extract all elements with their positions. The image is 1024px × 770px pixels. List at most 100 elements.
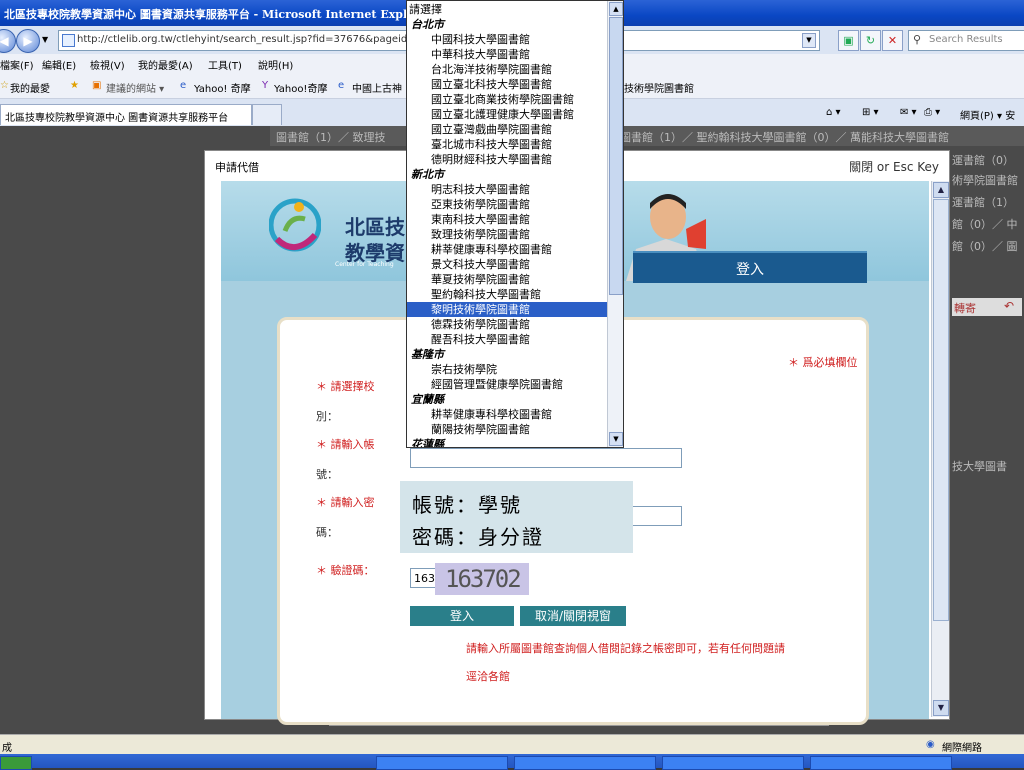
page-icon xyxy=(62,34,75,47)
feeds-icon[interactable]: ⊞ ▾ xyxy=(862,107,879,118)
favorites-star-icon: ☆ xyxy=(0,80,9,91)
credentials-hint: 帳號：學號 密碼：身分證 xyxy=(400,481,633,553)
forward-button[interactable]: ▶ xyxy=(16,29,40,53)
banner-login-label: 登入 xyxy=(736,262,764,278)
login-button[interactable]: 登入 xyxy=(410,606,514,626)
menu-edit[interactable]: 編輯(E) xyxy=(42,57,76,72)
favorites-item-trailing[interactable]: 技術學院圖書館 xyxy=(624,80,694,95)
search-input[interactable]: ⚲ Search Results xyxy=(908,30,1024,51)
school-option[interactable]: 耕莘健康專科學校圖書館 xyxy=(407,407,623,422)
form-note-cont: 逕洽各館 xyxy=(466,670,510,683)
modal-close[interactable]: 關閉 or Esc Key xyxy=(849,158,939,175)
school-option[interactable]: 請選擇 xyxy=(407,2,609,17)
background-text: 技大學圖書 xyxy=(952,460,1007,473)
search-placeholder: Search Results xyxy=(929,34,1003,45)
school-option[interactable]: 東南科技大學圖書館 xyxy=(407,212,623,227)
scroll-down-icon[interactable]: ▼ xyxy=(933,700,949,716)
school-option[interactable]: 經國管理暨健康學院圖書館 xyxy=(407,377,623,392)
background-text: 館（0）／ 中 xyxy=(952,218,1018,231)
status-zone: 網際網路 xyxy=(942,743,982,754)
banner-login-tab[interactable]: 登入 xyxy=(633,251,867,283)
new-tab-button[interactable] xyxy=(252,104,282,125)
school-option[interactable]: 台北海洋技術學院圖書館 xyxy=(407,62,623,77)
school-option[interactable]: 耕莘健康專科學校圖書館 xyxy=(407,242,623,257)
refresh-icon[interactable]: ↻ xyxy=(860,30,881,51)
form-note: 請輸入所屬圖書館查詢個人借閱記錄之帳密即可，若有任何問題請 xyxy=(466,642,785,655)
home-icon[interactable]: ⌂ ▾ xyxy=(826,107,841,118)
password-label: ＊ 請輸入密 xyxy=(316,496,375,509)
school-option[interactable]: 國立臺北護理健康大學圖書館 xyxy=(407,107,623,122)
favorites-item-yahoo-2[interactable]: Yahoo!奇摩 xyxy=(274,80,327,95)
stop-icon[interactable]: ✕ xyxy=(882,30,903,51)
background-text: 館（0）／ 圖 xyxy=(952,240,1018,253)
suggested-sites-icon: ▣ xyxy=(92,80,102,91)
school-option[interactable]: 崇右技術學院 xyxy=(407,362,623,377)
school-label-cont: 別： xyxy=(316,410,338,423)
print-icon[interactable]: ⎙ ▾ xyxy=(924,107,940,118)
dropdown-scroll-up-icon[interactable]: ▲ xyxy=(609,2,623,16)
background-toolbar: 轉寄 ↶ xyxy=(952,298,1022,316)
modal-scroll-thumb[interactable] xyxy=(933,199,949,621)
compat-icon[interactable]: ▣ xyxy=(838,30,859,51)
school-option[interactable]: 醒吾科技大學圖書館 xyxy=(407,332,623,347)
menu-favorites[interactable]: 我的最愛(A) xyxy=(138,57,193,72)
school-region-header: 台北市 xyxy=(411,18,444,31)
school-option[interactable]: 亞東技術學院圖書館 xyxy=(407,197,623,212)
background-text: 圖書館（1）／ 聖約翰科技大學圖書館（0）／ 萬能科技大學圖書館 xyxy=(620,131,949,144)
favorites-item-yahoo-1[interactable]: Yahoo! 奇摩 xyxy=(194,80,251,95)
dropdown-scrollbar[interactable]: ▲ ▼ xyxy=(607,1,623,447)
menu-tools[interactable]: 工具(T) xyxy=(208,57,242,72)
school-option[interactable]: 德明財經科技大學圖書館 xyxy=(407,152,623,167)
favorites-item-ancient[interactable]: 中國上古神 xyxy=(352,80,402,95)
school-option[interactable]: 臺北城市科技大學圖書館 xyxy=(407,137,623,152)
history-dropdown-icon[interactable]: ▼ xyxy=(42,35,48,44)
password-label-cont: 碼： xyxy=(316,526,338,539)
school-option[interactable]: 國立臺北科技大學圖書館 xyxy=(407,77,623,92)
captcha-label: ＊ 驗證碼： xyxy=(316,564,375,577)
background-results-strip: 圖書館（1）／ 致理技 圖書館（1）／ 聖約翰科技大學圖書館（0）／ 萬能科技大… xyxy=(270,126,1024,146)
dropdown-scroll-down-icon[interactable]: ▼ xyxy=(609,432,623,446)
school-option-selected[interactable]: 黎明技術學院圖書館 xyxy=(407,302,623,317)
form-divider xyxy=(329,725,829,726)
school-option[interactable]: 蘭陽技術學院圖書館 xyxy=(407,422,623,437)
mail-icon[interactable]: ✉ ▾ xyxy=(900,107,917,118)
school-region-header: 花蓮縣 xyxy=(411,438,444,448)
school-option[interactable]: 致理技術學院圖書館 xyxy=(407,227,623,242)
account-input[interactable] xyxy=(410,448,682,468)
school-region-header: 宜蘭縣 xyxy=(411,393,444,406)
favorites-label[interactable]: 我的最愛 xyxy=(10,80,50,95)
captcha-image: 163702 xyxy=(435,563,529,595)
cancel-close-button[interactable]: 取消/關閉視窗 xyxy=(520,606,626,626)
school-option[interactable]: 景文科技大學圖書館 xyxy=(407,257,623,272)
tab-page-menu[interactable]: 網頁(P) ▾ 安 xyxy=(960,107,1015,122)
school-option[interactable]: 華夏技術學院圖書館 xyxy=(407,272,623,287)
menu-file[interactable]: 檔案(F) xyxy=(0,57,34,72)
address-dropdown-icon[interactable]: ▼ xyxy=(802,33,816,48)
menu-view[interactable]: 檢視(V) xyxy=(90,57,125,72)
school-option[interactable]: 國立臺灣戲曲學院圖書館 xyxy=(407,122,623,137)
background-text: 運書館（0） xyxy=(952,154,1014,167)
menu-help[interactable]: 說明(H) xyxy=(258,57,293,72)
school-option[interactable]: 明志科技大學圖書館 xyxy=(407,182,623,197)
back-button[interactable]: ◀ xyxy=(0,29,16,53)
favorites-item-suggested[interactable]: 建議的網站 ▾ xyxy=(106,80,164,95)
school-option[interactable]: 國立臺北商業技術學院圖書館 xyxy=(407,92,623,107)
background-text: 運書館（1） xyxy=(952,196,1014,209)
school-option[interactable]: 中國科技大學圖書館 xyxy=(407,32,623,47)
password-input[interactable] xyxy=(626,506,682,526)
scroll-up-icon[interactable]: ▲ xyxy=(933,182,949,198)
modal-scrollbar[interactable]: ▲ ▼ xyxy=(931,181,949,717)
tab-active[interactable]: 北區技專校院教學資源中心 圖書資源共享服務平台 xyxy=(0,104,252,125)
banner-title-line1: 北區技 xyxy=(345,215,405,239)
globe-icon: ◉ xyxy=(926,739,935,750)
background-back-icon: ↶ xyxy=(1004,299,1015,313)
background-text: 術學院圖書館 xyxy=(952,174,1018,187)
school-option[interactable]: 聖約翰科技大學圖書館 xyxy=(407,287,623,302)
school-option[interactable]: 中華科技大學圖書館 xyxy=(407,47,623,62)
add-favorite-icon[interactable]: ★ xyxy=(70,80,79,91)
dropdown-scroll-thumb[interactable] xyxy=(609,17,623,295)
school-select-dropdown[interactable]: 請選擇 台北市 中國科技大學圖書館 中華科技大學圖書館 台北海洋技術學院圖書館 國立臺北科… xyxy=(406,0,624,448)
hint-password: 密碼：身分證 xyxy=(412,525,544,549)
school-option[interactable]: 德霖技術學院圖書館 xyxy=(407,317,623,332)
tab-active-label: 北區技專校院教學資源中心 圖書資源共享服務平台 xyxy=(5,113,229,124)
